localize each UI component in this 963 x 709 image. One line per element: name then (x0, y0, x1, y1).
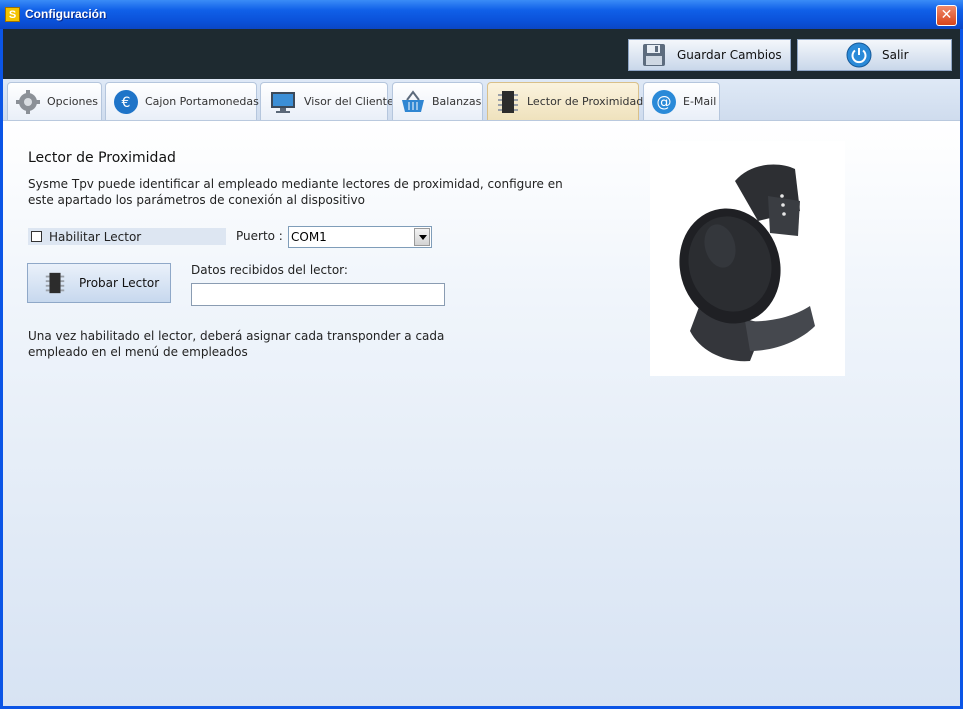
tab-label: Balanzas (432, 95, 482, 108)
enable-reader-label: Habilitar Lector (49, 229, 142, 244)
floppy-disk-icon (643, 44, 665, 66)
tab-visor-del-cliente[interactable]: Visor del Cliente (260, 82, 394, 120)
power-icon (846, 42, 872, 68)
tab-label: Cajon Portamonedas (145, 95, 259, 108)
enable-reader-row[interactable]: Habilitar Lector (28, 228, 226, 245)
tab-email[interactable]: @ E-Mail (643, 82, 720, 120)
save-changes-label: Guardar Cambios (677, 48, 782, 62)
test-reader-label: Probar Lector (79, 276, 160, 290)
received-data-label: Datos recibidos del lector: (191, 263, 348, 277)
chip-icon (498, 90, 518, 113)
gear-icon (16, 89, 40, 114)
client-area: Guardar Cambios Salir Opciones € Cajon P… (3, 29, 960, 706)
tab-label: Visor del Cliente (304, 95, 394, 108)
svg-text:@: @ (657, 93, 672, 111)
test-reader-button[interactable]: Probar Lector (27, 263, 171, 303)
tab-opciones[interactable]: Opciones (7, 82, 102, 120)
basket-icon (402, 89, 424, 112)
port-select[interactable]: COM1 (288, 226, 432, 248)
close-button[interactable]: ✕ (936, 5, 957, 26)
svg-text:€: € (122, 95, 131, 111)
euro-icon: € (114, 89, 138, 114)
title-bar[interactable]: S Configuración ✕ (0, 0, 963, 29)
toolbar: Guardar Cambios Salir (3, 29, 960, 79)
app-window: S Configuración ✕ Guardar Cambios Salir … (0, 0, 963, 709)
tab-label: Opciones (47, 95, 98, 108)
wristband-illustration (679, 164, 815, 362)
port-selected-value: COM1 (291, 230, 327, 244)
proximity-wristband-image (650, 141, 845, 376)
assignment-note: Una vez habilitado el lector, deberá asi… (28, 329, 445, 359)
section-title: Lector de Proximidad (28, 150, 176, 166)
tab-bar: Opciones € Cajon Portamonedas Visor del … (3, 79, 960, 120)
at-icon: @ (652, 89, 676, 114)
chip-icon (45, 272, 65, 294)
tab-label: Lector de Proximidad (527, 95, 644, 108)
section-description: Sysme Tpv puede identificar al empleado … (28, 177, 563, 207)
chevron-down-icon[interactable] (414, 228, 430, 246)
window-title: Configuración (25, 7, 107, 21)
received-data-field[interactable] (191, 283, 445, 306)
tab-label: E-Mail (683, 95, 717, 108)
save-changes-button[interactable]: Guardar Cambios (628, 39, 791, 71)
proximity-reader-panel: Lector de Proximidad Sysme Tpv puede ide… (3, 120, 960, 706)
exit-button[interactable]: Salir (797, 39, 952, 71)
app-logo-icon: S (5, 7, 20, 22)
port-label: Puerto : (236, 229, 283, 243)
tab-cajon-portamonedas[interactable]: € Cajon Portamonedas (105, 82, 259, 120)
tab-balanzas[interactable]: Balanzas (392, 82, 483, 120)
exit-label: Salir (882, 48, 909, 62)
enable-reader-checkbox[interactable] (31, 231, 42, 242)
monitor-icon (271, 91, 295, 113)
tab-lector-de-proximidad[interactable]: Lector de Proximidad (487, 82, 643, 120)
